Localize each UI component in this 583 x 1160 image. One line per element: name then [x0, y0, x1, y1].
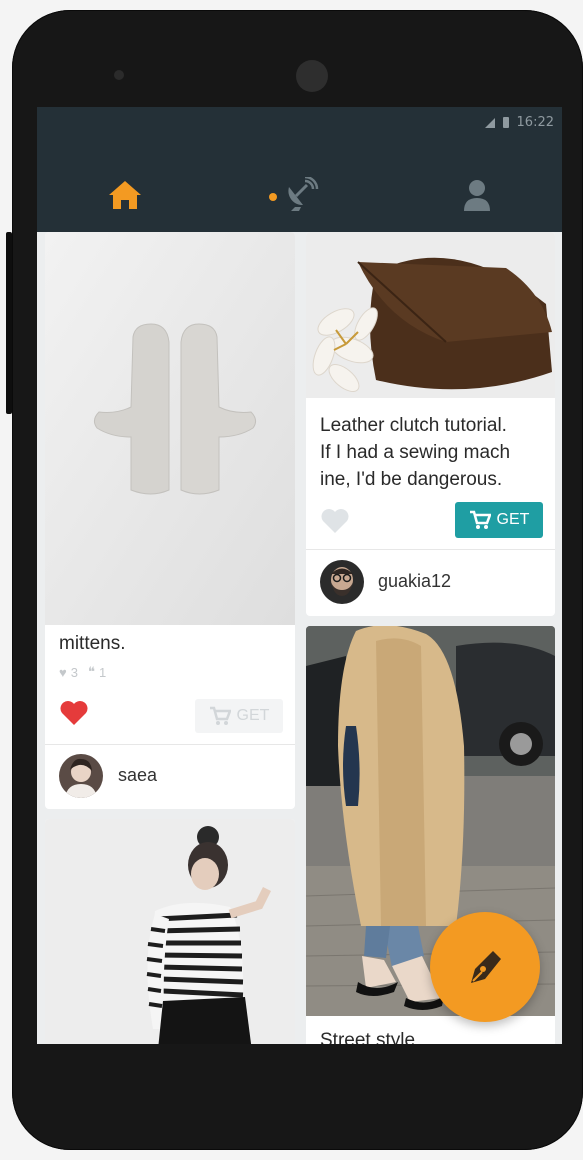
divider [306, 549, 555, 550]
mittens-image [45, 232, 295, 625]
person-icon[interactable] [457, 175, 497, 215]
post-title-line-3: ine, I'd be dangerous. [320, 469, 503, 490]
comment-count: 1 [98, 664, 107, 680]
front-camera [296, 60, 328, 92]
post-card-mittens[interactable]: mittens. ♥ 3 ❝ 1 GET saea [45, 232, 295, 809]
quote-icon: ❝ [87, 664, 95, 679]
home-icon[interactable] [105, 175, 145, 215]
like-button[interactable] [320, 508, 350, 534]
battery-icon [502, 117, 509, 128]
cart-icon [209, 706, 231, 725]
small-heart-icon: ♥ [59, 664, 67, 680]
post-title: mittens. [59, 633, 126, 654]
status-bar: 16:22 [484, 115, 554, 130]
get-button-disabled[interactable]: GET [195, 699, 283, 733]
avatar[interactable] [320, 560, 364, 604]
top-nav [37, 167, 562, 223]
heart-icon [321, 509, 349, 533]
username[interactable]: saea [118, 765, 157, 786]
get-label: GET [236, 707, 270, 724]
status-time: 16:22 [516, 115, 554, 130]
side-button [6, 232, 12, 414]
cart-icon [469, 510, 491, 529]
app-bar: 16:22 [37, 107, 562, 232]
post-title: Street style [320, 1030, 416, 1044]
get-button[interactable]: GET [455, 502, 543, 538]
post-title-line-2: If I had a sewing mach [320, 442, 511, 463]
leather-clutch-image [306, 232, 555, 398]
heart-icon [60, 701, 88, 725]
app-screen: 16:22 mittens. ♥ 3 ❝ 1 GET saea Leather … [37, 107, 562, 1044]
post-card-clutch[interactable]: Leather clutch tutorial. If I had a sewi… [306, 232, 555, 616]
username[interactable]: guakia12 [378, 571, 451, 592]
post-title: Leather clutch tutorial. If I had a sewi… [320, 412, 510, 493]
post-title-line-1: Leather clutch tutorial. [320, 415, 507, 436]
pen-nib-icon [471, 951, 501, 983]
proximity-sensor [114, 70, 124, 80]
divider [45, 744, 295, 745]
like-count: 3 [70, 664, 78, 680]
post-card-striped[interactable] [45, 819, 295, 1044]
satellite-dish-icon[interactable] [267, 175, 319, 215]
striped-shirt-image [45, 819, 295, 1044]
like-button[interactable] [59, 700, 89, 728]
compose-button[interactable] [430, 912, 540, 1022]
post-stats: ♥ 3 ❝ 1 [59, 664, 106, 680]
get-label: GET [496, 511, 530, 528]
avatar[interactable] [59, 754, 103, 798]
signal-icon [484, 117, 495, 128]
